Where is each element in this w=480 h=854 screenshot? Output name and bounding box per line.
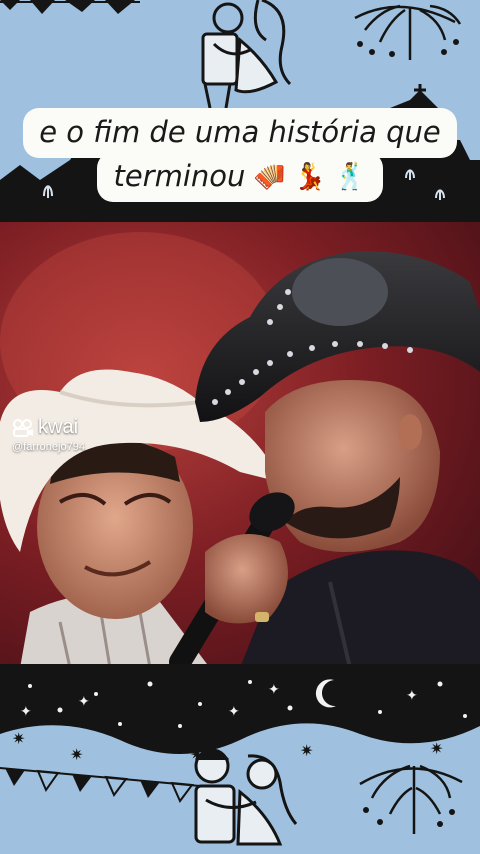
svg-text:✦: ✦ — [20, 704, 32, 720]
kwai-brand-text: kwai — [38, 416, 79, 438]
kwai-logo-icon — [13, 418, 33, 437]
caption-line-2: terminou — [113, 159, 246, 193]
svg-text:✦: ✦ — [406, 688, 418, 704]
dancing-couple-illustration — [201, 0, 292, 109]
kwai-brand: kwai — [12, 416, 85, 439]
svg-text:✷: ✷ — [430, 739, 443, 758]
watermark-handle: @farronejo794 — [12, 441, 85, 453]
accordion-emoji: 🪗 — [253, 161, 286, 192]
svg-text:✦: ✦ — [268, 682, 280, 698]
bottom-dancing-couple-illustration — [194, 748, 298, 846]
svg-text:✦: ✦ — [78, 694, 90, 710]
dancer-man-emoji: 🕺 — [334, 161, 367, 192]
svg-text:✦: ✦ — [228, 704, 240, 720]
caption-line-2-row: terminou 🪗 💃 🕺 — [97, 152, 383, 202]
dancer-woman-emoji: 💃 — [293, 161, 327, 192]
svg-text:✷: ✷ — [12, 729, 25, 748]
bottom-firework-illustration — [359, 764, 463, 834]
kwai-watermark: kwai @farronejo794 — [12, 416, 85, 453]
bottom-festa-decoration: ✦✦ ✦ ✦✦ ✷✷ ✷ ✷ ✷ — [0, 664, 480, 846]
bottom-bunting-flags — [5, 768, 194, 803]
svg-text:✷: ✷ — [70, 745, 83, 764]
night-sky-band — [0, 664, 480, 754]
caption-line-1: e o fim de uma história que — [23, 108, 457, 158]
svg-text:✷: ✷ — [300, 741, 313, 760]
caption: e o fim de uma história que terminou 🪗 💃… — [0, 108, 480, 202]
